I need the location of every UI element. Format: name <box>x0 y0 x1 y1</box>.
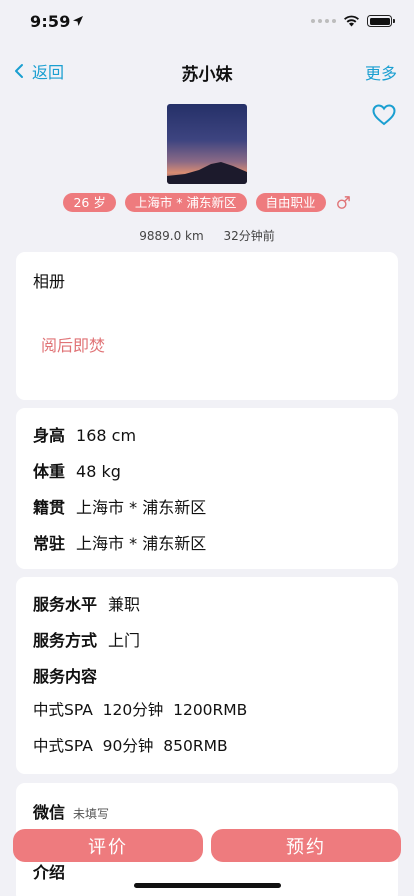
cellular-signal-icon <box>311 19 336 23</box>
service-value: 兼职 <box>108 595 141 614</box>
service-level-row: 服务水平 兼职 <box>16 591 398 627</box>
wechat-value: 未填写 <box>73 807 110 821</box>
info-row-weight: 体重 48 kg <box>16 458 398 494</box>
wechat-key: 微信 <box>33 803 66 822</box>
home-indicator <box>134 883 281 888</box>
heart-outline-icon[interactable] <box>372 104 396 126</box>
distance-text: 9889.0 km <box>139 229 204 243</box>
profile-tags: 26 岁 上海市 * 浦东新区 自由职业 <box>0 193 414 212</box>
info-value: 48 kg <box>76 462 121 481</box>
info-row-height: 身高 168 cm <box>16 422 398 458</box>
status-time: 9:59 <box>30 12 71 31</box>
review-button[interactable]: 评价 <box>13 829 203 862</box>
book-button[interactable]: 预约 <box>211 829 401 862</box>
wechat-row: 微信 未填写 <box>33 799 109 823</box>
service-value: 上门 <box>108 631 141 650</box>
info-value: 上海市 * 浦东新区 <box>76 534 207 553</box>
info-key: 身高 <box>33 426 66 445</box>
info-row-residence: 常驻 上海市 * 浦东新区 <box>16 530 398 566</box>
service-item: 中式SPA 120分钟 1200RMB <box>33 701 248 719</box>
service-method-row: 服务方式 上门 <box>16 627 398 663</box>
more-button[interactable]: 更多 <box>365 60 397 84</box>
info-value: 168 cm <box>76 426 137 445</box>
service-key: 服务水平 <box>33 595 98 614</box>
service-card: 服务水平 兼职 服务方式 上门 服务内容 中式SPA 120分钟 1200RMB… <box>16 577 398 774</box>
male-icon <box>336 196 350 209</box>
album-title: 相册 <box>33 272 66 291</box>
info-value: 上海市 * 浦东新区 <box>76 498 207 517</box>
service-key: 服务内容 <box>33 667 98 686</box>
service-content-row: 服务内容 <box>16 663 398 699</box>
page-title: 苏小妹 <box>181 65 233 85</box>
info-row-hometown: 籍贯 上海市 * 浦东新区 <box>16 494 398 530</box>
basic-info-card: 身高 168 cm 体重 48 kg 籍贯 上海市 * 浦东新区 常驻 上海市 … <box>16 408 398 569</box>
info-key: 籍贯 <box>33 498 66 517</box>
info-key: 常驻 <box>33 534 66 553</box>
album-card: 相册 阅后即焚 <box>16 252 398 400</box>
wifi-icon <box>344 15 359 27</box>
status-bar: 9:59 <box>0 0 414 44</box>
location-arrow-icon <box>73 16 83 26</box>
profile-meta: 9889.0 km 32分钟前 <box>0 227 414 244</box>
age-tag: 26 岁 <box>63 193 116 212</box>
profile-photo[interactable] <box>167 104 247 184</box>
burn-after-reading-link[interactable]: 阅后即焚 <box>41 332 105 356</box>
service-item: 中式SPA 90分钟 850RMB <box>33 737 228 755</box>
info-key: 体重 <box>33 462 66 481</box>
navigation-bar: 返回 苏小妹 更多 <box>0 52 414 90</box>
location-tag: 上海市 * 浦东新区 <box>124 193 247 212</box>
last-seen-text: 32分钟前 <box>223 229 275 243</box>
occupation-tag: 自由职业 <box>255 193 326 212</box>
intro-key: 介绍 <box>33 863 66 882</box>
status-icons <box>311 15 395 27</box>
battery-icon <box>367 15 395 27</box>
service-key: 服务方式 <box>33 631 98 650</box>
